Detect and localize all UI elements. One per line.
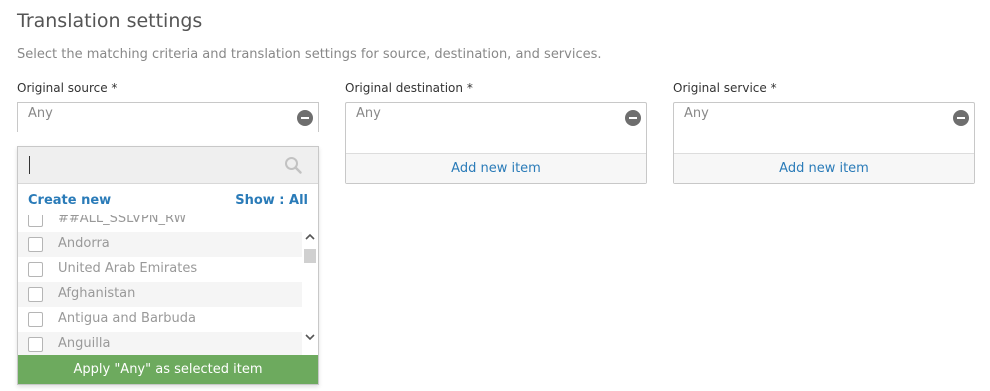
list-item[interactable]: United Arab Emirates bbox=[18, 257, 302, 282]
dropdown-actions: Create new Show : All bbox=[18, 191, 318, 211]
list-item-label: Anguilla bbox=[58, 336, 111, 351]
page-subtitle: Select the matching criteria and transla… bbox=[17, 47, 602, 62]
list-item[interactable]: Antigua and Barbuda bbox=[18, 307, 302, 332]
chevron-down-icon[interactable] bbox=[304, 331, 316, 343]
list-item[interactable]: ##ALL_SSLVPN_RW bbox=[18, 215, 302, 232]
apply-any-button[interactable]: Apply "Any" as selected item bbox=[18, 355, 318, 384]
add-new-item-button[interactable]: Add new item bbox=[346, 154, 646, 183]
destination-value: Any bbox=[356, 106, 381, 121]
page-title: Translation settings bbox=[17, 10, 203, 32]
source-label: Original source * bbox=[17, 81, 118, 95]
destination-field[interactable]: Any Add new item bbox=[345, 102, 647, 184]
service-value: Any bbox=[684, 106, 709, 121]
list-item-label: Andorra bbox=[58, 236, 110, 251]
checkbox[interactable] bbox=[28, 215, 43, 227]
search-row bbox=[18, 147, 318, 184]
source-list: ##ALL_SSLVPN_RW Andorra United Arab Emir… bbox=[18, 215, 302, 355]
remove-icon[interactable] bbox=[625, 110, 641, 126]
checkbox[interactable] bbox=[28, 262, 43, 277]
list-scrollbar[interactable] bbox=[302, 227, 318, 345]
show-filter-link[interactable]: Show : All bbox=[235, 193, 308, 208]
checkbox[interactable] bbox=[28, 337, 43, 352]
destination-value-area[interactable]: Any bbox=[346, 103, 646, 154]
checkbox[interactable] bbox=[28, 237, 43, 252]
list-item-label: ##ALL_SSLVPN_RW bbox=[58, 215, 187, 226]
list-item[interactable]: Afghanistan bbox=[18, 282, 302, 307]
search-icon[interactable] bbox=[284, 156, 302, 174]
remove-icon[interactable] bbox=[297, 110, 313, 126]
list-item-label: United Arab Emirates bbox=[58, 261, 198, 276]
scroll-thumb[interactable] bbox=[304, 249, 316, 263]
service-label: Original service * bbox=[673, 81, 777, 95]
source-dropdown: Create new Show : All ##ALL_SSLVPN_RW An… bbox=[17, 146, 319, 385]
chevron-up-icon[interactable] bbox=[304, 231, 316, 243]
create-new-link[interactable]: Create new bbox=[28, 193, 111, 208]
checkbox[interactable] bbox=[28, 287, 43, 302]
add-new-item-button[interactable]: Add new item bbox=[674, 154, 974, 183]
search-input[interactable] bbox=[18, 147, 288, 183]
list-item-label: Antigua and Barbuda bbox=[58, 311, 196, 326]
checkbox[interactable] bbox=[28, 312, 43, 327]
list-item-label: Afghanistan bbox=[58, 286, 136, 301]
service-value-area[interactable]: Any bbox=[674, 103, 974, 154]
remove-icon[interactable] bbox=[953, 110, 969, 126]
text-caret bbox=[29, 156, 30, 174]
list-item[interactable]: Anguilla bbox=[18, 332, 302, 355]
source-value: Any bbox=[28, 106, 53, 121]
service-field[interactable]: Any Add new item bbox=[673, 102, 975, 184]
source-field[interactable]: Any bbox=[17, 102, 319, 132]
list-item[interactable]: Andorra bbox=[18, 232, 302, 257]
destination-label: Original destination * bbox=[345, 81, 473, 95]
